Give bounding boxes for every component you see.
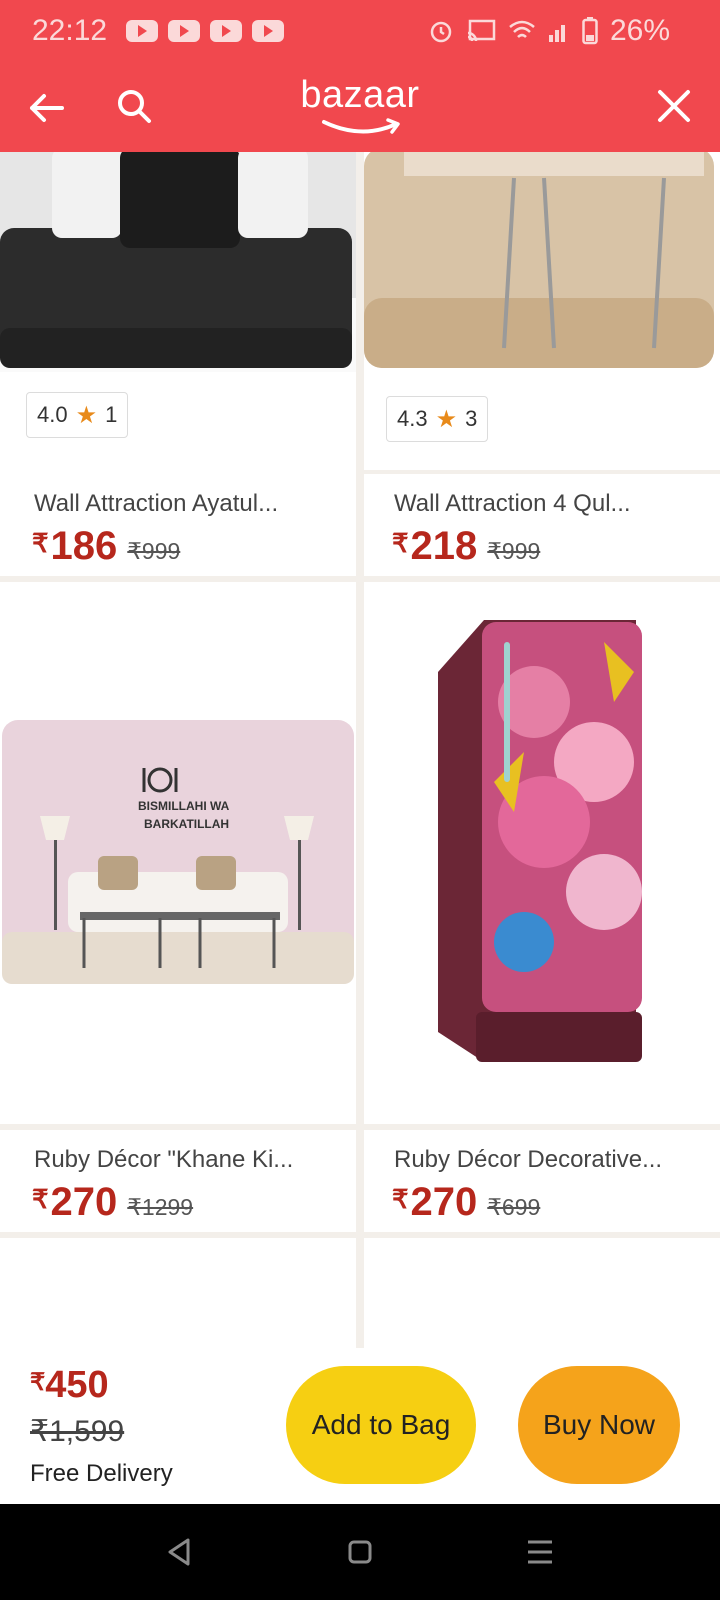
product-card[interactable] (0, 1238, 356, 1348)
signal-icon (548, 25, 565, 42)
youtube-icon (210, 20, 242, 42)
price-value: 218 (410, 524, 478, 568)
product-image[interactable]: BISMILLAHI WA BARKATILLAH (0, 582, 356, 1124)
product-grid[interactable]: 4.0 ★ 1 Wall Attraction Ayatul... ₹186 ₹… (0, 152, 720, 1348)
product-title[interactable]: Wall Attraction 4 Qul... (394, 490, 631, 518)
back-triangle-icon[interactable] (160, 1532, 200, 1572)
product-price: ₹270 ₹1299 (32, 1180, 193, 1225)
product-details[interactable]: Ruby Décor "Khane Ki... ₹270 ₹1299 (0, 1130, 356, 1232)
youtube-icon (168, 20, 200, 42)
wifi-icon (509, 20, 535, 38)
status-indicators: 26% (428, 14, 670, 48)
free-delivery-label: Free Delivery (30, 1460, 173, 1487)
search-icon[interactable] (112, 84, 156, 128)
selected-price: ₹450 (30, 1364, 109, 1407)
product-details[interactable]: Ruby Décor Decorative... ₹270 ₹699 (364, 1130, 720, 1232)
currency-symbol: ₹ (30, 1369, 46, 1396)
checkout-bar: ₹450 ₹1,599 Free Delivery Add to Bag Buy… (0, 1348, 720, 1504)
status-bar: 22:12 26% (0, 0, 720, 66)
youtube-icon (252, 20, 284, 42)
product-image[interactable] (364, 152, 720, 372)
rating-value: 4.3 (397, 406, 428, 431)
product-image[interactable] (364, 1238, 720, 1348)
product-title[interactable]: Wall Attraction Ayatul... (34, 490, 278, 518)
logo-text: bazaar (300, 74, 420, 116)
buy-now-button[interactable]: Buy Now (518, 1366, 680, 1484)
product-card[interactable] (364, 1238, 720, 1348)
battery-icon (582, 17, 598, 45)
selected-original-price: ₹1,599 (30, 1415, 125, 1448)
product-image[interactable] (364, 582, 720, 1124)
currency-symbol: ₹ (392, 528, 409, 558)
price-value: 270 (410, 1180, 478, 1224)
product-price: ₹218 ₹999 (392, 524, 540, 569)
product-price: ₹186 ₹999 (32, 524, 180, 569)
status-time: 22:12 (32, 14, 108, 47)
product-image[interactable] (0, 1238, 356, 1348)
rating-count: 3 (465, 406, 478, 431)
back-arrow-icon[interactable] (24, 86, 68, 130)
currency-symbol: ₹ (32, 528, 49, 558)
recents-menu-icon[interactable] (520, 1532, 560, 1572)
alarm-icon (430, 21, 452, 43)
original-price: ₹999 (487, 538, 541, 564)
price-value: 186 (50, 524, 118, 568)
product-details[interactable]: Wall Attraction Ayatul... ₹186 ₹999 (0, 474, 356, 576)
currency-symbol: ₹ (32, 1184, 49, 1214)
painting-image (0, 1238, 356, 1348)
bazaar-logo: bazaar (290, 74, 430, 144)
selected-price-value: 450 (45, 1364, 109, 1406)
add-to-bag-button[interactable]: Add to Bag (286, 1366, 476, 1484)
notification-icons (126, 20, 284, 42)
product-card[interactable]: 4.3 ★ 3 (364, 152, 720, 470)
rating-badge: 4.3 ★ 3 (386, 396, 489, 442)
product-title[interactable]: Ruby Décor Decorative... (394, 1146, 662, 1174)
original-price: ₹999 (127, 538, 181, 564)
product-card[interactable] (364, 582, 720, 1124)
close-icon[interactable] (652, 84, 696, 128)
product-card[interactable]: BISMILLAHI WA BARKATILLAH (0, 582, 356, 1124)
star-icon: ★ (435, 405, 458, 433)
youtube-icon (126, 20, 158, 42)
wall-decal-image: BISMILLAHI WA BARKATILLAH (0, 582, 356, 1124)
product-title[interactable]: Ruby Décor "Khane Ki... (34, 1146, 293, 1174)
smile-logo-icon (322, 118, 400, 134)
table-image (364, 152, 720, 372)
decal-text-line1: BISMILLAHI WA (138, 799, 230, 813)
price-value: 270 (50, 1180, 118, 1224)
product-price: ₹270 ₹699 (392, 1180, 540, 1225)
original-price: ₹1299 (127, 1194, 194, 1220)
original-price: ₹699 (487, 1194, 541, 1220)
home-square-icon[interactable] (340, 1532, 380, 1572)
system-nav-bar (0, 1504, 720, 1600)
fridge-decal-image (364, 582, 720, 1124)
decal-text-line2: BARKATILLAH (144, 817, 229, 831)
battery-percent: 26% (609, 14, 670, 47)
currency-symbol: ₹ (392, 1184, 409, 1214)
cast-icon (467, 19, 496, 42)
product-details[interactable]: Wall Attraction 4 Qul... ₹218 ₹999 (364, 474, 720, 576)
app-header: bazaar (0, 66, 720, 152)
